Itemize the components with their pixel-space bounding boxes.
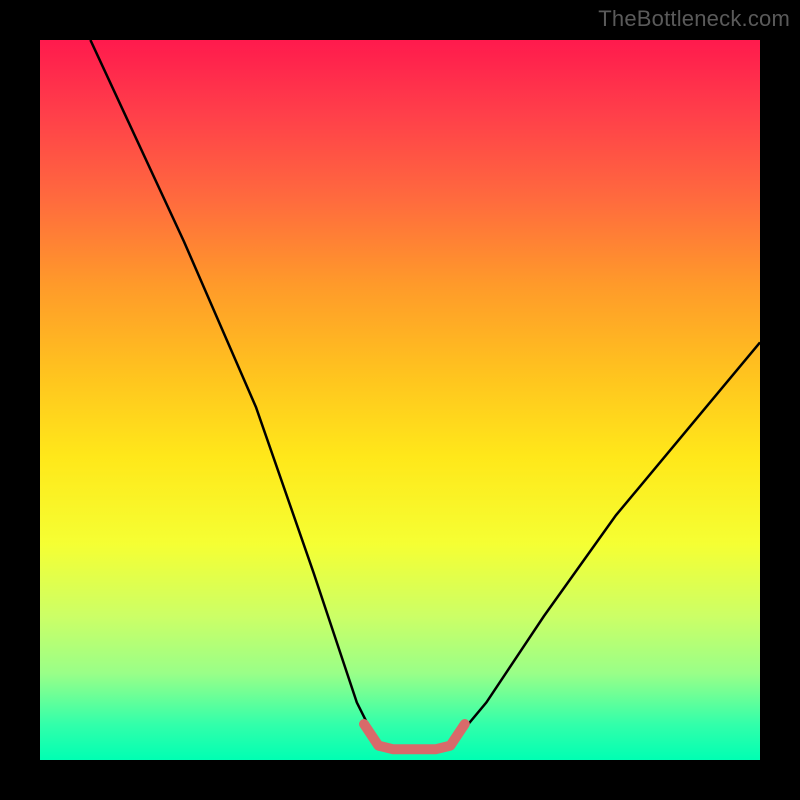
- chart-frame: TheBottleneck.com: [0, 0, 800, 800]
- curve-left: [90, 40, 378, 746]
- chart-svg: [40, 40, 760, 760]
- line-layer: [90, 40, 760, 749]
- watermark-text: TheBottleneck.com: [598, 6, 790, 32]
- curve-right: [450, 342, 760, 745]
- flat-bottom-segment: [364, 724, 465, 749]
